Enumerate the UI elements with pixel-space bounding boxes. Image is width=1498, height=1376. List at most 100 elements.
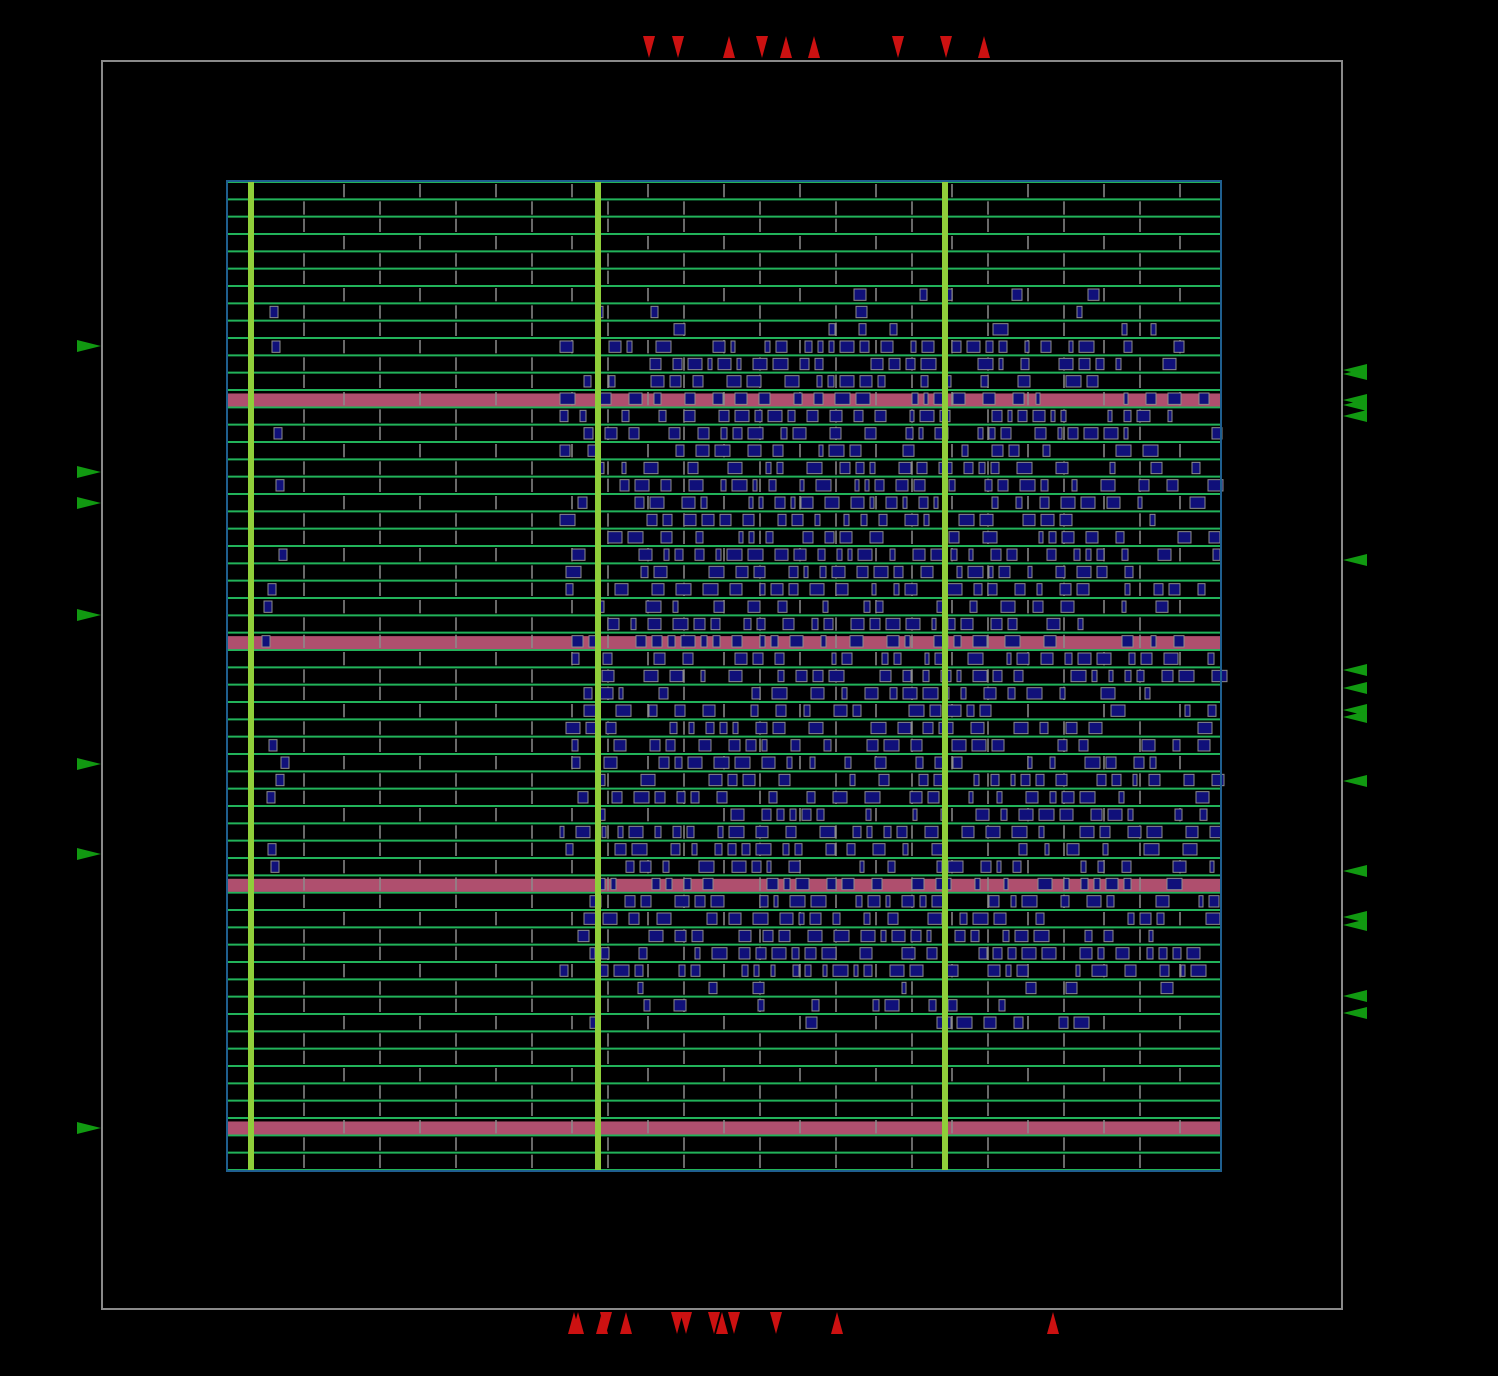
logic-cell (1078, 340, 1095, 353)
logic-cell (1180, 964, 1186, 977)
logic-cell (669, 721, 678, 735)
logic-cell (1085, 531, 1099, 544)
logic-cell (741, 964, 749, 977)
logic-cell (683, 409, 696, 423)
logic-cell (1124, 964, 1137, 977)
logic-cell (688, 479, 704, 492)
logic-cell (918, 427, 924, 440)
logic-cell (998, 565, 1011, 579)
logic-cell (687, 756, 703, 769)
logic-cell (896, 825, 908, 839)
logic-cell (822, 964, 828, 977)
logic-cell (772, 444, 784, 457)
logic-cell (853, 964, 859, 977)
logic-cell (926, 929, 932, 943)
logic-cell (1016, 461, 1033, 475)
logic-cell (613, 964, 630, 977)
logic-cell (748, 531, 755, 544)
logic-cell (673, 999, 687, 1012)
logic-cell (710, 617, 721, 631)
logic-cell (1064, 652, 1073, 665)
logic-cell (1121, 635, 1134, 648)
logic-cell (846, 843, 856, 856)
logic-cell (1086, 895, 1102, 908)
logic-cell (1037, 877, 1053, 891)
logic-cell (650, 375, 665, 388)
logic-cell (1059, 513, 1073, 527)
logic-cell (658, 409, 667, 423)
logic-cell (972, 669, 988, 683)
logic-cell (811, 999, 820, 1012)
logic-cell (738, 929, 752, 943)
logic-cell (815, 479, 832, 492)
logic-cell (638, 548, 653, 561)
logic-cell (648, 929, 664, 943)
logic-cell (665, 739, 676, 752)
logic-cell (841, 652, 853, 665)
logic-cell (855, 305, 868, 319)
logic-cell (1209, 825, 1222, 839)
logic-cell (913, 479, 926, 492)
logic-cell (863, 964, 873, 977)
logic-cell (870, 357, 884, 371)
logic-cell (275, 773, 285, 787)
logic-cell (956, 565, 963, 579)
logic-cell (1040, 652, 1054, 665)
logic-cell (1106, 895, 1115, 908)
logic-cell (855, 392, 871, 405)
logic-cell (655, 340, 672, 353)
logic-cell (700, 496, 708, 509)
logic-cell (991, 409, 1003, 423)
logic-cell (814, 357, 824, 371)
logic-cell (902, 669, 912, 683)
logic-cell (790, 739, 801, 752)
logic-cell (1010, 773, 1016, 787)
logic-cell (1015, 496, 1023, 509)
logic-cell (270, 860, 280, 873)
logic-cell (732, 721, 739, 735)
logic-cell (647, 617, 662, 631)
logic-cell (621, 409, 630, 423)
logic-cell (902, 444, 915, 457)
logic-cell (1190, 964, 1207, 977)
logic-cell (1083, 427, 1099, 440)
logic-cell (819, 825, 836, 839)
logic-cell (732, 427, 743, 440)
logic-cell (751, 687, 761, 700)
logic-cell (731, 860, 747, 873)
logic-cell (1155, 895, 1170, 908)
logic-cell (818, 444, 824, 457)
logic-cell (988, 427, 996, 440)
logic-cell (1079, 947, 1093, 960)
logic-cell (1035, 912, 1045, 925)
logic-cell (778, 929, 791, 943)
logic-cell (774, 652, 785, 665)
logic-cell (854, 479, 860, 492)
logic-cell (667, 635, 676, 648)
logic-cell (786, 756, 793, 769)
logic-cell (645, 600, 662, 613)
logic-cell (1080, 860, 1087, 873)
logic-cell (1012, 392, 1025, 405)
logic-cell (771, 687, 788, 700)
logic-cell (924, 825, 939, 839)
logic-cell (873, 565, 889, 579)
logic-cell (1091, 669, 1098, 683)
logic-cell (922, 687, 939, 700)
logic-cell (904, 583, 918, 596)
logic-cell (883, 825, 892, 839)
logic-cell (1124, 565, 1134, 579)
logic-cell (727, 843, 737, 856)
logic-cell (734, 652, 748, 665)
logic-cell (1090, 808, 1103, 821)
logic-cell (754, 409, 763, 423)
logic-cell (1073, 1016, 1090, 1029)
logic-cell (634, 964, 644, 977)
logic-cell (985, 340, 994, 353)
logic-cell (960, 617, 974, 631)
logic-cell (887, 860, 896, 873)
logic-cell (1140, 652, 1153, 665)
logic-cell (905, 357, 916, 371)
logic-cell (768, 479, 777, 492)
logic-cell (628, 912, 640, 925)
